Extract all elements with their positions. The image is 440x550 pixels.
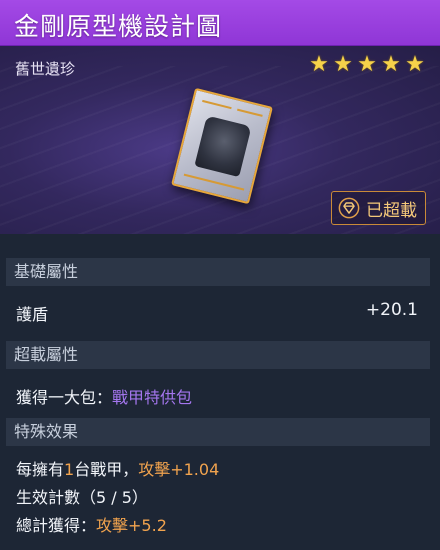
effect-text: 每擁有 xyxy=(16,460,65,479)
star-icon: ★ xyxy=(357,52,377,77)
overload-reward-link[interactable]: 戰甲特供包 xyxy=(112,388,192,407)
overload-line-prefix: 獲得一大包： xyxy=(16,388,113,407)
rarity-label: 舊世遺珍 xyxy=(15,60,76,78)
item-showcase: 舊世遺珍 ★ ★ ★ ★ ★ 已超載 xyxy=(0,46,440,234)
item-detail-card: 金剛原型機設計圖 舊世遺珍 ★ ★ ★ ★ ★ 已超載 基礎屬性 護盾 +20.… xyxy=(0,0,440,550)
effect-count: 1 xyxy=(64,460,75,479)
effect-total: 攻擊+5.2 xyxy=(96,516,167,535)
overload-status-label: 已超載 xyxy=(366,200,417,221)
star-icon: ★ xyxy=(333,52,353,77)
special-effect-line-1: 每擁有1台戰甲，攻擊+1.04 xyxy=(16,456,219,480)
overload-gem-icon xyxy=(338,197,360,219)
section-base-attributes: 基礎屬性 xyxy=(6,258,430,286)
blueprint-image xyxy=(171,87,273,205)
star-rating: ★ ★ ★ ★ ★ xyxy=(308,54,426,76)
section-overload-attributes: 超載屬性 xyxy=(6,341,430,369)
title-bar: 金剛原型機設計圖 xyxy=(0,0,440,46)
star-icon: ★ xyxy=(309,52,329,77)
star-icon: ★ xyxy=(381,52,401,77)
mech-icon xyxy=(194,115,252,178)
effect-bonus: 攻擊+1.04 xyxy=(138,460,220,479)
section-special-effects: 特殊效果 xyxy=(6,418,430,446)
shield-stat-label: 護盾 xyxy=(16,305,49,324)
effect-text: 台戰甲， xyxy=(74,460,139,479)
overload-status-badge[interactable]: 已超載 xyxy=(331,191,426,225)
item-name: 金剛原型機設計圖 xyxy=(14,12,223,41)
special-effect-line-2: 生效計數（5 / 5） xyxy=(16,488,148,507)
special-effect-line-3: 總計獲得：攻擊+5.2 xyxy=(16,512,167,536)
effect-text: 總計獲得： xyxy=(16,516,97,535)
star-icon: ★ xyxy=(405,52,425,77)
shield-stat-value: +20.1 xyxy=(365,300,418,320)
overload-line: 獲得一大包：戰甲特供包 xyxy=(16,384,192,408)
